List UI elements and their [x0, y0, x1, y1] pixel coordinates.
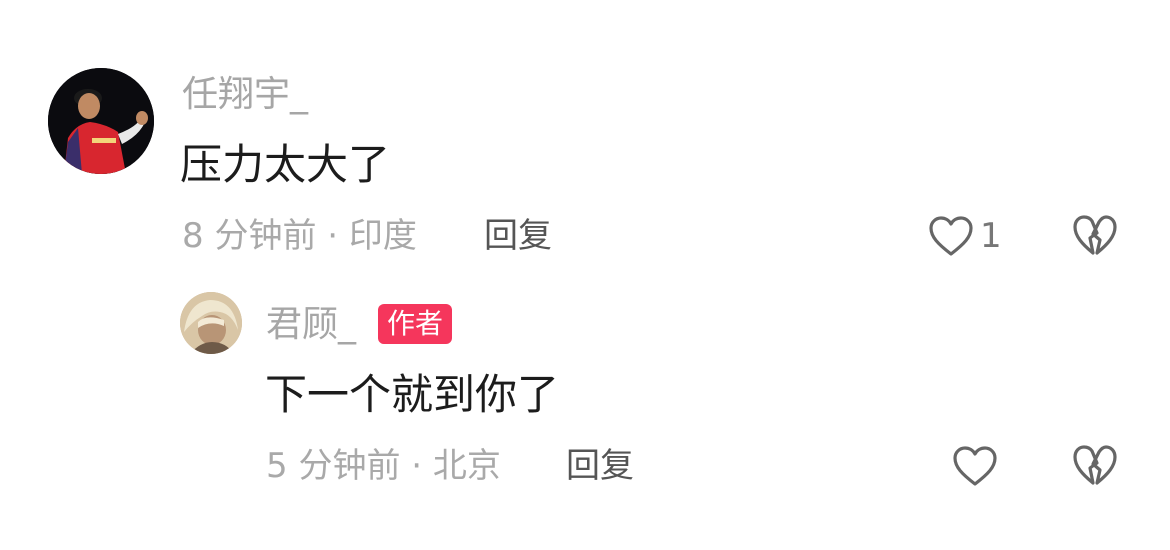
reply-content: 下一个就到你了 — [265, 370, 560, 419]
heart-outline-icon — [928, 215, 974, 257]
reply-username[interactable]: 君顾_ — [266, 302, 356, 348]
reply-button[interactable]: 回复 — [566, 444, 634, 488]
comment-content: 压力太大了 — [180, 140, 391, 189]
dislike-button[interactable] — [1072, 214, 1118, 258]
broken-heart-icon — [1072, 444, 1118, 488]
like-count: 1 — [980, 216, 1002, 256]
dislike-button[interactable] — [1072, 444, 1118, 488]
comment-item: 任翔宇_ 压力太大了 8 分钟前 · 印度 回复 1 — [0, 0, 1170, 270]
heart-outline-icon — [952, 445, 998, 487]
like-button[interactable]: 1 — [928, 214, 1002, 258]
avatar[interactable] — [180, 292, 242, 354]
avatar[interactable] — [48, 68, 154, 174]
reply-meta: 5 分钟前 · 北京 — [266, 446, 501, 486]
reply-button[interactable]: 回复 — [484, 214, 552, 258]
broken-heart-icon — [1072, 214, 1118, 258]
comment-meta: 8 分钟前 · 印度 — [182, 216, 417, 256]
comment-username[interactable]: 任翔宇_ — [182, 72, 308, 118]
author-badge: 作者 — [378, 304, 453, 344]
reply-item: 君顾_ 作者 下一个就到你了 5 分钟前 · 北京 回复 — [0, 270, 1170, 550]
player-photo-avatar — [48, 68, 154, 174]
anime-character-avatar — [180, 292, 242, 354]
like-button[interactable] — [952, 444, 1004, 488]
